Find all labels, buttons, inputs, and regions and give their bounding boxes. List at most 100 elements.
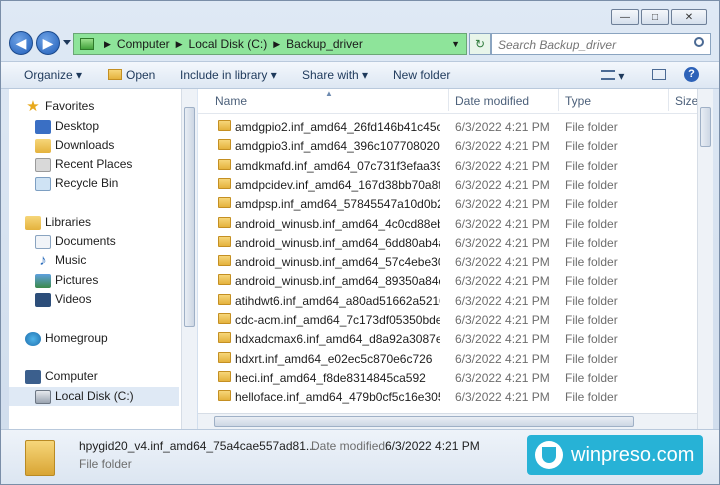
file-type: File folder (565, 235, 618, 250)
maximize-button[interactable]: □ (641, 9, 669, 25)
organize-button[interactable]: Organize ▾ (24, 68, 82, 82)
command-toolbar: Organize ▾ Open Include in library ▾ Sha… (1, 61, 719, 89)
column-header-row: ▲ Name Date modified Type Size (198, 89, 697, 114)
navigation-pane-scrollbar[interactable] (181, 89, 197, 429)
file-name: hdxadcmax6.inf_amd64_d8a92a3087e3bb... (235, 332, 440, 347)
breadcrumb-backup-driver[interactable]: Backup_driver (286, 37, 363, 51)
column-header-date[interactable]: Date modified (455, 94, 529, 108)
folder-icon (218, 351, 231, 363)
breadcrumb-separator-icon[interactable]: ▶ (176, 39, 183, 50)
nav-libraries[interactable]: Libraries (25, 213, 91, 232)
file-row[interactable]: amdkmafd.inf_amd64_07c731f3efaa397e 6/3/2… (198, 156, 697, 175)
nav-videos[interactable]: Videos (35, 290, 91, 309)
watermark-badge: winpreso.com (527, 435, 703, 475)
search-icon[interactable] (694, 37, 704, 47)
share-with-button[interactable]: Share with ▾ (302, 68, 368, 82)
new-folder-button[interactable]: New folder (393, 68, 450, 82)
view-options-icon[interactable]: ▾ (601, 69, 624, 83)
nav-label: Videos (55, 292, 92, 306)
nav-downloads[interactable]: Downloads (35, 136, 114, 155)
open-button[interactable]: Open (108, 68, 155, 82)
folder-icon (218, 313, 231, 324)
file-name: heci.inf_amd64_f8de8314845ca592 (235, 370, 426, 385)
nav-desktop[interactable]: Desktop (35, 117, 99, 136)
back-button[interactable]: ◀ (9, 31, 33, 55)
address-bar[interactable]: ▶ Computer ▶ Local Disk (C:) ▶ Backup_dr… (73, 33, 467, 55)
open-folder-icon (108, 69, 122, 80)
breadcrumb-separator-icon[interactable]: ▶ (104, 39, 111, 50)
nav-documents[interactable]: Documents (35, 232, 116, 251)
file-row[interactable]: amdgpio3.inf_amd64_396c107708020d89 6/3/2… (198, 136, 697, 155)
help-icon[interactable]: ? (684, 67, 699, 82)
nav-label: Recycle Bin (55, 176, 119, 190)
refresh-button[interactable]: ↻ (469, 33, 491, 55)
search-box[interactable] (491, 33, 711, 55)
file-date: 6/3/2022 4:21 PM (455, 177, 550, 192)
recent-places-icon (35, 157, 51, 172)
column-header-name[interactable]: Name (215, 94, 247, 108)
folder-icon (218, 197, 231, 209)
file-row[interactable]: android_winusb.inf_amd64_57c4ebe307b... 6… (198, 252, 697, 271)
nav-favorites[interactable]: ★ Favorites (25, 97, 94, 116)
file-name: hdxrt.inf_amd64_e02ec5c870e6c726 (235, 351, 433, 366)
file-row[interactable]: android_winusb.inf_amd64_89350a84d8d... 6… (198, 271, 697, 290)
file-date: 6/3/2022 4:21 PM (455, 216, 550, 231)
column-header-size[interactable]: Size (675, 94, 697, 108)
file-name: amdpsp.inf_amd64_57845547a10d0b2b (235, 197, 440, 212)
file-row[interactable]: helloface.inf_amd64_479b0cf5c16e3057 6/3/… (198, 387, 697, 406)
forward-button[interactable]: ▶ (36, 31, 60, 55)
file-row[interactable]: hdxadcmax6.inf_amd64_d8a92a3087e3bb... 6/… (198, 329, 697, 348)
address-dropdown-icon[interactable]: ▼ (451, 39, 460, 49)
file-type: File folder (565, 390, 618, 405)
preview-pane-icon[interactable] (652, 69, 666, 80)
nav-label: Local Disk (C:) (55, 389, 134, 403)
nav-local-disk[interactable]: Local Disk (C:) (9, 387, 179, 406)
file-row[interactable]: cdc-acm.inf_amd64_7c173df05350bded 6/3/20… (198, 310, 697, 329)
recent-pages-chevron-icon[interactable] (63, 40, 71, 45)
file-row[interactable]: atihdwt6.inf_amd64_a80ad51662a5210f 6/3/2… (198, 291, 697, 310)
breadcrumb-computer[interactable]: Computer (117, 37, 170, 51)
folder-icon (218, 293, 231, 305)
file-type: File folder (565, 313, 618, 327)
nav-computer[interactable]: Computer (25, 367, 98, 386)
file-date: 6/3/2022 4:21 PM (455, 158, 550, 173)
file-row[interactable]: android_winusb.inf_amd64_4c0cd88eb31... 6… (198, 214, 697, 233)
nav-label: Favorites (45, 99, 95, 113)
file-row[interactable]: android_winusb.inf_amd64_6dd80ab4a7a... 6… (198, 233, 697, 252)
minimize-button[interactable]: — (611, 9, 639, 25)
file-row[interactable]: hdxrt.inf_amd64_e02ec5c870e6c726 6/3/2022… (198, 349, 697, 368)
file-list-scrollbar[interactable] (697, 89, 713, 429)
search-input[interactable] (496, 35, 690, 55)
file-row[interactable]: heci.inf_amd64_f8de8314845ca592 6/3/2022 … (198, 368, 697, 387)
breadcrumb-local-disk[interactable]: Local Disk (C:) (189, 37, 268, 51)
downloads-folder-icon (35, 138, 51, 153)
file-list-scroll-thumb[interactable] (700, 107, 711, 147)
nav-recent-places[interactable]: Recent Places (35, 155, 132, 174)
file-row[interactable]: amdgpio2.inf_amd64_26fd146b41c45ce2 6/3/2… (198, 117, 697, 136)
file-row[interactable]: amdpsp.inf_amd64_57845547a10d0b2b 6/3/202… (198, 194, 697, 213)
winpreso-logo-icon (535, 441, 563, 469)
close-button[interactable]: ✕ (671, 9, 707, 25)
date-modified-label: Date modified: (311, 439, 389, 453)
file-date: 6/3/2022 4:21 PM (455, 120, 550, 134)
nav-music[interactable]: ♪ Music (35, 251, 86, 270)
file-name: android_winusb.inf_amd64_89350a84d8d... (235, 274, 440, 289)
horizontal-scroll-thumb[interactable] (214, 416, 634, 427)
date-modified-value: 6/3/2022 4:21 PM (385, 439, 480, 453)
nav-homegroup[interactable]: Homegroup (25, 329, 108, 348)
navigation-pane-scroll-thumb[interactable] (184, 107, 195, 327)
file-type: File folder (565, 351, 618, 366)
homegroup-icon (25, 331, 41, 346)
recycle-bin-icon (35, 176, 51, 191)
documents-icon (35, 234, 51, 249)
nav-pictures[interactable]: Pictures (35, 271, 98, 290)
nav-recycle-bin[interactable]: Recycle Bin (35, 174, 118, 193)
include-in-library-button[interactable]: Include in library ▾ (180, 68, 277, 82)
horizontal-scrollbar[interactable] (198, 413, 697, 429)
file-row[interactable]: amdpcidev.inf_amd64_167d38bb70a8f4dc 6/3/… (198, 175, 697, 194)
column-header-type[interactable]: Type (565, 94, 591, 108)
breadcrumb-separator-icon[interactable]: ▶ (273, 39, 280, 50)
address-folder-icon (80, 38, 94, 50)
file-type: File folder (565, 370, 618, 385)
file-date: 6/3/2022 4:21 PM (455, 293, 550, 308)
